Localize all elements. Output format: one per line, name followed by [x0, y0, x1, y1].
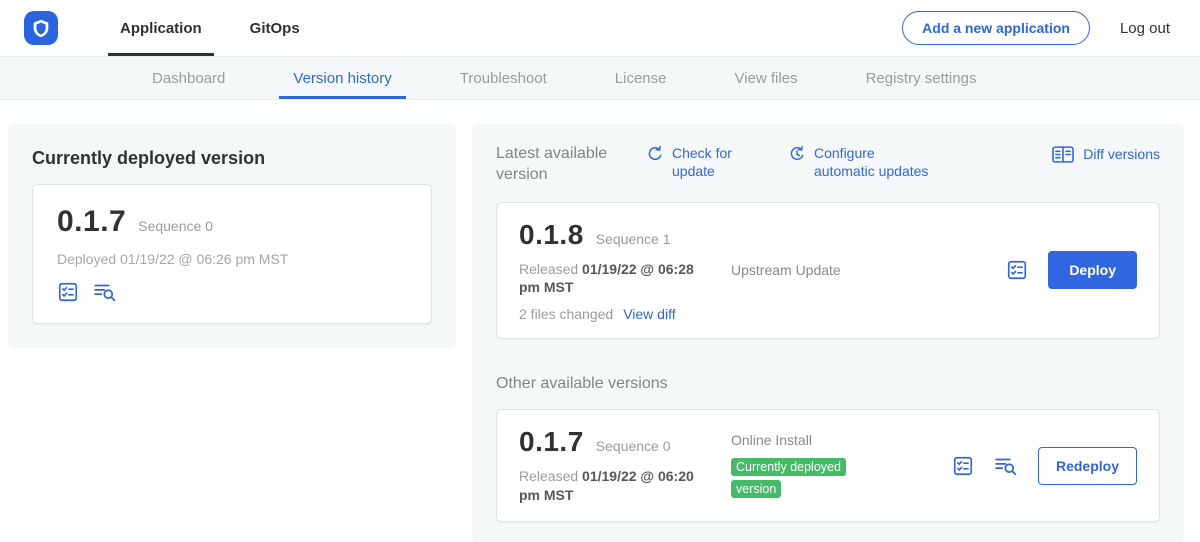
- released-prefix: Released: [519, 261, 578, 277]
- subnav-item-version-history[interactable]: Version history: [259, 57, 425, 99]
- files-changed-row: 2 files changed View diff: [519, 306, 731, 322]
- refresh-icon: [646, 144, 664, 180]
- shield-logo-icon: [30, 17, 52, 39]
- subnav-item-dashboard[interactable]: Dashboard: [118, 57, 259, 99]
- subnav-item-troubleshoot[interactable]: Troubleshoot: [426, 57, 581, 99]
- deployed-version-number: 0.1.7: [57, 205, 126, 239]
- subnav-item-view-files[interactable]: View files: [700, 57, 831, 99]
- other-versions-title: Other available versions: [496, 375, 1160, 393]
- check-for-update-action[interactable]: Check for update: [646, 144, 744, 180]
- deployed-sequence-label: Sequence 0: [138, 218, 213, 234]
- tab-gitops-label: GitOps: [250, 20, 300, 37]
- subnav-label-license: License: [615, 70, 667, 87]
- currently-deployed-badge: Currently deployed version: [731, 458, 846, 498]
- release-notes-icon[interactable]: [1006, 259, 1028, 281]
- latest-release-card: 0.1.8 Sequence 1 Released 01/19/22 @ 06:…: [496, 202, 1160, 340]
- latest-version-number: 0.1.8: [519, 219, 584, 251]
- files-changed-label: 2 files changed: [519, 306, 613, 322]
- release-notes-icon[interactable]: [57, 281, 79, 303]
- latest-released-timestamp: Released 01/19/22 @ 06:28 pm MST: [519, 260, 709, 298]
- configure-updates-action[interactable]: Configure automatic updates: [788, 144, 939, 180]
- diff-versions-action[interactable]: Diff versions: [1051, 144, 1160, 164]
- subnav-label-view-files: View files: [734, 70, 797, 87]
- other-sequence-label: Sequence 0: [596, 438, 671, 454]
- latest-panel-header: Latest available version Check for updat…: [496, 144, 1160, 186]
- top-tabs: Application GitOps: [96, 0, 324, 56]
- other-version-row: 0.1.7 Sequence 0: [519, 426, 731, 458]
- latest-release-actions: Deploy: [1006, 251, 1137, 289]
- latest-available-panel: Latest available version Check for updat…: [472, 124, 1184, 542]
- tab-application[interactable]: Application: [96, 0, 226, 56]
- latest-sequence-label: Sequence 1: [596, 231, 671, 247]
- logout-link[interactable]: Log out: [1120, 20, 1170, 37]
- deployed-card-actions: [57, 281, 407, 303]
- diff-table-icon: [1051, 144, 1075, 164]
- tab-application-label: Application: [120, 20, 202, 37]
- deployed-timestamp: Deployed 01/19/22 @ 06:26 pm MST: [57, 251, 407, 267]
- deployed-badge-wrap: Currently deployed version: [731, 456, 863, 499]
- diff-versions-label: Diff versions: [1083, 145, 1160, 163]
- deployed-version-card: 0.1.7 Sequence 0 Deployed 01/19/22 @ 06:…: [32, 184, 432, 324]
- other-release-actions: Redeploy: [952, 447, 1137, 485]
- other-released-timestamp: Released 01/19/22 @ 06:20 pm MST: [519, 467, 709, 505]
- other-release-info: 0.1.7 Sequence 0 Released 01/19/22 @ 06:…: [519, 426, 731, 505]
- release-notes-icon[interactable]: [952, 455, 974, 477]
- other-version-number: 0.1.7: [519, 426, 584, 458]
- latest-available-title: Latest available version: [496, 144, 646, 186]
- configure-updates-label: Configure automatic updates: [814, 144, 939, 180]
- subnav-item-license[interactable]: License: [581, 57, 701, 99]
- currently-deployed-title: Currently deployed version: [32, 148, 432, 169]
- released-prefix: Released: [519, 468, 578, 484]
- view-logs-icon[interactable]: [994, 455, 1018, 477]
- subnav-label-registry-settings: Registry settings: [866, 70, 977, 87]
- latest-release-info: 0.1.8 Sequence 1 Released 01/19/22 @ 06:…: [519, 219, 731, 323]
- subnav-item-registry-settings[interactable]: Registry settings: [832, 57, 1011, 99]
- subnav-label-dashboard: Dashboard: [152, 70, 225, 87]
- other-release-card: 0.1.7 Sequence 0 Released 01/19/22 @ 06:…: [496, 409, 1160, 522]
- other-release-source-block: Online Install Currently deployed versio…: [731, 432, 952, 499]
- app-logo[interactable]: [24, 11, 58, 45]
- currently-deployed-panel: Currently deployed version 0.1.7 Sequenc…: [8, 124, 456, 348]
- subnav-label-troubleshoot: Troubleshoot: [460, 70, 547, 87]
- main-content: Currently deployed version 0.1.7 Sequenc…: [0, 100, 1200, 542]
- deployed-version-row: 0.1.7 Sequence 0: [57, 205, 407, 239]
- auto-update-clock-icon: [788, 144, 806, 180]
- deploy-button[interactable]: Deploy: [1048, 251, 1137, 289]
- tab-gitops[interactable]: GitOps: [226, 0, 324, 56]
- topnav-right: Add a new application Log out: [902, 11, 1170, 45]
- latest-release-source: Upstream Update: [731, 262, 1006, 278]
- top-navbar: Application GitOps Add a new application…: [0, 0, 1200, 57]
- check-for-update-label: Check for update: [672, 144, 744, 180]
- app-subnav: Dashboard Version history Troubleshoot L…: [0, 57, 1200, 100]
- add-application-button[interactable]: Add a new application: [902, 11, 1090, 45]
- redeploy-button[interactable]: Redeploy: [1038, 447, 1137, 485]
- other-release-source: Online Install: [731, 432, 952, 448]
- view-diff-link[interactable]: View diff: [623, 306, 675, 322]
- view-logs-icon[interactable]: [93, 281, 117, 303]
- subnav-label-version-history: Version history: [293, 70, 391, 87]
- latest-version-row: 0.1.8 Sequence 1: [519, 219, 731, 251]
